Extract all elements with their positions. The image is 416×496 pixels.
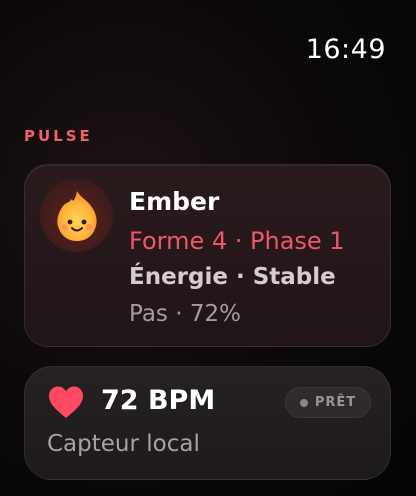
sensor-source: Capteur local [47, 431, 200, 457]
status-dot-icon [299, 398, 308, 407]
heart-rate-value: 72 BPM [101, 385, 216, 416]
flame-creature-icon [56, 190, 97, 241]
pet-energy: Énergie · Stable [129, 264, 336, 290]
section-label: PULSE [24, 127, 93, 145]
status-badge-label: PRÊT [314, 395, 357, 410]
heart-rate-card[interactable]: 72 BPM PRÊT Capteur local [24, 366, 391, 480]
status-badge: PRÊT [285, 387, 371, 418]
pet-name: Ember [129, 187, 220, 216]
status-time: 16:49 [305, 34, 386, 65]
pet-phase: Forme 4 · Phase 1 [129, 227, 345, 255]
pet-avatar [40, 179, 113, 252]
pet-steps: Pas · 72% [129, 301, 241, 327]
pet-card[interactable]: Ember Forme 4 · Phase 1 Énergie · Stable… [24, 164, 391, 347]
heart-icon [49, 386, 83, 418]
